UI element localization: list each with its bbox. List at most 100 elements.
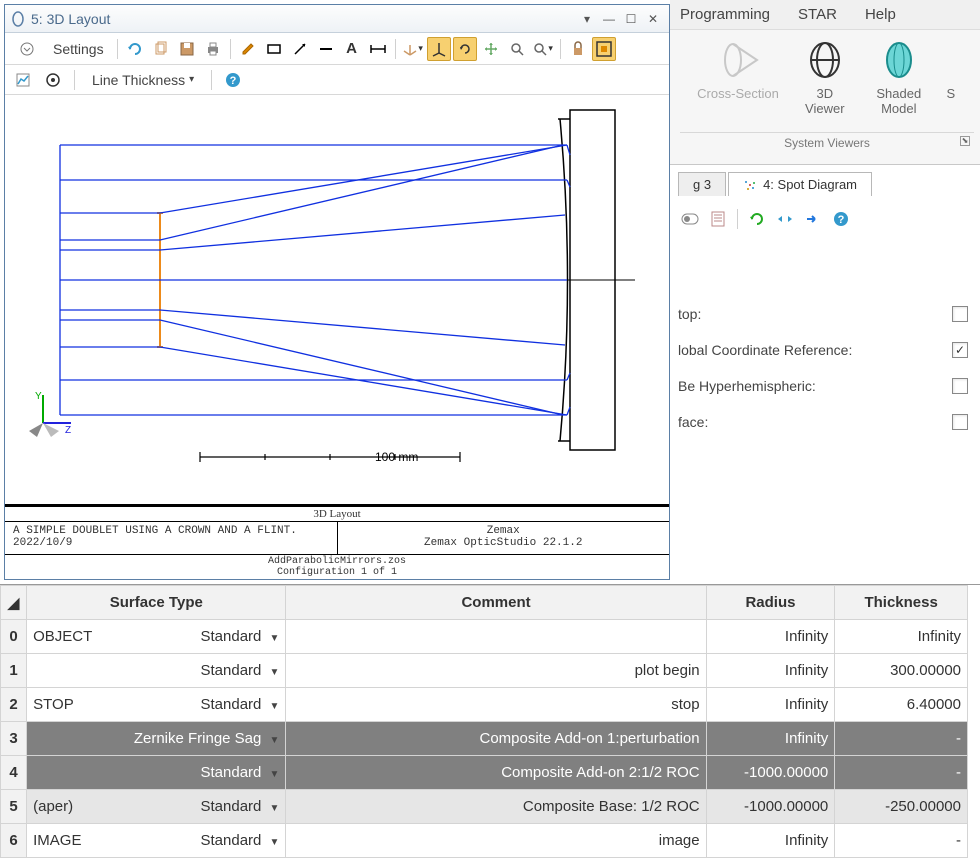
blue-arrow-right-icon[interactable] <box>801 207 825 231</box>
row-index[interactable]: 4 <box>1 756 27 790</box>
page-icon[interactable] <box>706 207 730 231</box>
row-index[interactable]: 5 <box>1 790 27 824</box>
dropdown-icon[interactable]: ▾ <box>577 10 597 28</box>
checkbox-global-coord[interactable]: ✓ <box>952 342 968 358</box>
axes-icon[interactable]: ▾ <box>401 37 425 61</box>
close-icon[interactable]: ✕ <box>643 10 663 28</box>
checkbox-hyperhemi[interactable] <box>952 378 968 394</box>
row-index[interactable]: 2 <box>1 688 27 722</box>
cell-thickness[interactable]: -250.00000 <box>835 790 968 824</box>
ribbon-group-system-viewers: Cross-Section 3D Viewer Shaded Model S S… <box>680 34 974 159</box>
text-icon[interactable]: A <box>340 37 364 61</box>
cell-thickness[interactable]: 6.40000 <box>835 688 968 722</box>
menu-help[interactable]: Help <box>865 6 896 23</box>
blue-arrows-icon[interactable] <box>773 207 797 231</box>
table-row[interactable]: 2STOPStandard ▼stopInfinity6.40000 <box>1 688 968 722</box>
cross-section-button[interactable]: Cross-Section <box>697 34 779 132</box>
refresh-icon[interactable] <box>123 37 147 61</box>
titlebar[interactable]: 5: 3D Layout ▾ — ☐ ✕ <box>5 5 669 33</box>
dimension-icon[interactable] <box>366 37 390 61</box>
cell-comment[interactable]: Composite Base: 1/2 ROC <box>286 790 706 824</box>
settings-button[interactable]: Settings <box>45 39 112 59</box>
table-row[interactable]: 6IMAGEStandard ▼imageInfinity- <box>1 824 968 858</box>
cell-radius[interactable]: Infinity <box>706 654 835 688</box>
cell-comment[interactable] <box>286 620 706 654</box>
fit-icon[interactable] <box>592 37 616 61</box>
table-row[interactable]: 1Standard ▼plot beginInfinity300.00000 <box>1 654 968 688</box>
cell-surface-type[interactable]: OBJECTStandard ▼ <box>27 620 286 654</box>
target-icon[interactable] <box>41 68 65 92</box>
col-comment[interactable]: Comment <box>286 586 706 620</box>
cell-comment[interactable]: stop <box>286 688 706 722</box>
row-index[interactable]: 1 <box>1 654 27 688</box>
cell-surface-type[interactable]: Standard ▼ <box>27 654 286 688</box>
cell-thickness[interactable]: 300.00000 <box>835 654 968 688</box>
tab-spot-diagram[interactable]: 4: Spot Diagram <box>728 172 872 196</box>
menu-star[interactable]: STAR <box>798 6 837 23</box>
graph-icon[interactable] <box>11 68 35 92</box>
print-icon[interactable] <box>201 37 225 61</box>
3d-viewer-button[interactable]: 3D Viewer <box>797 34 853 132</box>
maximize-icon[interactable]: ☐ <box>621 10 641 28</box>
cell-radius[interactable]: -1000.00000 <box>706 756 835 790</box>
cell-comment[interactable]: plot begin <box>286 654 706 688</box>
col-surface-type[interactable]: Surface Type <box>27 586 286 620</box>
expand-settings-icon[interactable] <box>11 39 43 59</box>
cell-radius[interactable]: Infinity <box>706 620 835 654</box>
table-row[interactable]: 5(aper)Standard ▼Composite Base: 1/2 ROC… <box>1 790 968 824</box>
corner-cell[interactable]: ◢ <box>1 586 27 620</box>
cell-surface-type[interactable]: STOPStandard ▼ <box>27 688 286 722</box>
tab-partial[interactable]: g 3 <box>678 172 726 196</box>
arrow-icon[interactable] <box>288 37 312 61</box>
table-row[interactable]: 0OBJECTStandard ▼ InfinityInfinity <box>1 620 968 654</box>
rect-icon[interactable] <box>262 37 286 61</box>
col-radius[interactable]: Radius <box>706 586 835 620</box>
minimize-icon[interactable]: — <box>599 10 619 28</box>
cell-thickness[interactable]: - <box>835 824 968 858</box>
help-icon[interactable]: ? <box>221 68 245 92</box>
cell-radius[interactable]: Infinity <box>706 688 835 722</box>
cell-radius[interactable]: Infinity <box>706 722 835 756</box>
cell-surface-type[interactable]: (aper)Standard ▼ <box>27 790 286 824</box>
cell-surface-type[interactable]: IMAGEStandard ▼ <box>27 824 286 858</box>
cell-surface-type[interactable]: Standard ▼ <box>27 756 286 790</box>
dialog-launcher-icon[interactable]: ⬊ <box>960 136 970 146</box>
toggle-icon[interactable] <box>678 207 702 231</box>
cell-comment[interactable]: image <box>286 824 706 858</box>
table-row[interactable]: 4Standard ▼Composite Add-on 2:1/2 ROC-10… <box>1 756 968 790</box>
cell-radius[interactable]: Infinity <box>706 824 835 858</box>
shaded-model-button[interactable]: Shaded Model <box>871 34 927 132</box>
menu-programming[interactable]: Programming <box>680 6 770 23</box>
zoom-dropdown-icon[interactable]: ▾ <box>531 37 555 61</box>
row-index[interactable]: 0 <box>1 620 27 654</box>
row-index[interactable]: 6 <box>1 824 27 858</box>
lock-icon[interactable] <box>566 37 590 61</box>
axes3d-icon[interactable] <box>427 37 451 61</box>
pencil-icon[interactable] <box>236 37 260 61</box>
zoom-icon[interactable] <box>505 37 529 61</box>
save-icon[interactable] <box>175 37 199 61</box>
cell-radius[interactable]: -1000.00000 <box>706 790 835 824</box>
scale-label: 100 mm <box>375 450 418 464</box>
checkbox-face[interactable] <box>952 414 968 430</box>
row-index[interactable]: 3 <box>1 722 27 756</box>
checkbox-top[interactable] <box>952 306 968 322</box>
lens-data-table[interactable]: ◢ Surface Type Comment Radius Thickness … <box>0 584 980 832</box>
rotate-icon[interactable] <box>453 37 477 61</box>
line-icon[interactable] <box>314 37 338 61</box>
table-row[interactable]: 3Zernike Fringe Sag ▼Composite Add-on 1:… <box>1 722 968 756</box>
col-thickness[interactable]: Thickness <box>835 586 968 620</box>
cell-thickness[interactable]: - <box>835 756 968 790</box>
help-icon[interactable]: ? <box>829 207 853 231</box>
refresh-icon[interactable] <box>745 207 769 231</box>
cell-thickness[interactable]: Infinity <box>835 620 968 654</box>
cell-comment[interactable]: Composite Add-on 1:perturbation <box>286 722 706 756</box>
cell-thickness[interactable]: - <box>835 722 968 756</box>
copy-icon[interactable] <box>149 37 173 61</box>
line-thickness-dropdown[interactable]: Line Thickness ▾ <box>84 70 202 90</box>
3d-layout-canvas[interactable]: Y Z 100 mm <box>5 95 669 507</box>
ribbon-cut-item[interactable]: S <box>945 34 957 132</box>
cell-surface-type[interactable]: Zernike Fringe Sag ▼ <box>27 722 286 756</box>
cell-comment[interactable]: Composite Add-on 2:1/2 ROC <box>286 756 706 790</box>
pan-icon[interactable] <box>479 37 503 61</box>
